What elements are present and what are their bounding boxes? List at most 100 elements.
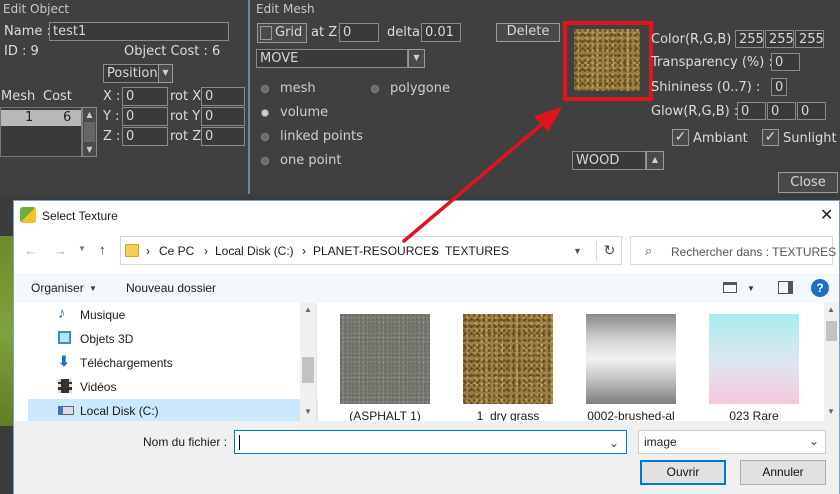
file-area-scrollbar[interactable]: ▲ ▼ <box>824 303 839 421</box>
back-icon[interactable]: ← <box>24 243 37 258</box>
breadcrumb-sep: › <box>432 244 436 258</box>
file-thumbnail-asphalt[interactable] <box>340 314 430 404</box>
organize-dropdown-icon[interactable]: ▼ <box>89 284 97 293</box>
z-level-input[interactable]: 0 <box>339 23 379 42</box>
breadcrumb-item[interactable]: Ce PC <box>159 244 194 258</box>
ambiant-checkbox[interactable]: ✓ <box>672 129 689 146</box>
color-g-input[interactable]: 255 <box>765 30 794 48</box>
address-bar[interactable]: › Ce PC › Local Disk (C:) › PLANET-RESOU… <box>120 236 622 265</box>
rot-y-input[interactable]: 0 <box>201 107 245 126</box>
scroll-down-icon[interactable]: ▼ <box>83 143 96 156</box>
material-dropdown-arrow-icon[interactable]: ▲ <box>646 151 664 170</box>
z-input[interactable]: 0 <box>122 127 168 146</box>
up-icon[interactable]: ↑ <box>99 242 106 257</box>
sidebar-item-musique[interactable]: ♪ Musique <box>28 303 318 327</box>
view-dropdown-icon[interactable]: ▼ <box>747 284 755 293</box>
texture-preview[interactable] <box>574 29 640 91</box>
view-mode-icon[interactable] <box>723 282 737 293</box>
grid-label: Grid <box>275 25 303 40</box>
rot-z-input[interactable]: 0 <box>201 127 245 146</box>
file-area-divider <box>316 303 317 421</box>
name-input[interactable]: test1 <box>49 22 229 41</box>
delete-button[interactable]: Delete <box>496 23 560 42</box>
sidebar-item-telechargements[interactable]: ⬇ Téléchargements <box>28 351 318 375</box>
text-cursor <box>239 435 240 450</box>
cost-column-header: Cost <box>43 89 72 104</box>
address-dropdown-icon[interactable]: ▼ <box>573 246 582 256</box>
scroll-up-icon[interactable]: ▲ <box>827 305 835 314</box>
scroll-thumb[interactable] <box>302 357 314 383</box>
sidebar-item-label: Local Disk (C:) <box>80 404 159 418</box>
x-input[interactable]: 0 <box>122 87 168 106</box>
radio-volume-label: volume <box>280 105 329 120</box>
breadcrumb-item[interactable]: Local Disk (C:) <box>215 244 294 258</box>
material-select[interactable]: WOOD <box>572 151 646 170</box>
glow-r-input[interactable]: 0 <box>737 102 766 120</box>
rot-y-label: rot Y <box>170 109 201 124</box>
file-type-select[interactable]: image ⌄ <box>638 430 826 454</box>
mode-dropdown-arrow-icon[interactable]: ▼ <box>408 49 425 68</box>
delta-input[interactable]: 0.01 <box>421 23 461 42</box>
z-label: Z : <box>103 129 121 144</box>
cancel-button[interactable]: Annuler <box>740 460 826 485</box>
filename-dropdown-icon[interactable]: ⌄ <box>609 436 619 450</box>
organize-button[interactable]: Organiser <box>31 281 84 295</box>
new-folder-button[interactable]: Nouveau dossier <box>126 281 216 295</box>
transparency-input[interactable]: 0 <box>771 53 800 71</box>
scroll-up-icon[interactable]: ▲ <box>304 305 312 314</box>
search-box[interactable]: ⌕ Rechercher dans : TEXTURES <box>630 236 836 265</box>
scroll-thumb[interactable] <box>826 321 837 341</box>
sunlight-checkbox[interactable]: ✓ <box>762 129 779 146</box>
sunlight-label: Sunlight <box>783 131 837 146</box>
filename-input[interactable]: ⌄ <box>234 430 627 454</box>
grid-toggle-button[interactable]: Grid <box>257 23 307 43</box>
y-input[interactable]: 0 <box>122 107 168 126</box>
mode-select[interactable]: MOVE <box>256 49 408 68</box>
file-type-dropdown-icon[interactable]: ⌄ <box>809 434 819 448</box>
radio-linked-points[interactable] <box>261 133 269 141</box>
open-button[interactable]: Ouvrir <box>640 460 726 485</box>
close-icon[interactable]: ✕ <box>820 205 833 225</box>
file-thumbnail-dry-grass[interactable] <box>463 314 553 404</box>
preview-pane-icon[interactable] <box>778 281 793 294</box>
rot-x-input[interactable]: 0 <box>201 87 245 106</box>
nav-pane-scrollbar[interactable]: ▲ ▼ <box>300 303 316 421</box>
shininess-input[interactable]: 0 <box>771 78 787 96</box>
transparency-label: Transparency (%) : <box>651 55 773 70</box>
breadcrumb-item[interactable]: TEXTURES <box>445 244 509 258</box>
transform-mode-arrow-icon[interactable]: ▼ <box>158 64 173 83</box>
scroll-up-icon[interactable]: ▲ <box>83 108 96 121</box>
close-mesh-button[interactable]: Close <box>778 172 838 193</box>
glow-g-input[interactable]: 0 <box>767 102 796 120</box>
download-icon: ⬇ <box>58 353 70 369</box>
file-thumbnail-brushed-al[interactable] <box>586 314 676 404</box>
sidebar-item-objets-3d[interactable]: Objets 3D <box>28 327 318 351</box>
glow-b-input[interactable]: 0 <box>797 102 826 120</box>
edit-mesh-title: Edit Mesh <box>256 2 315 16</box>
mesh-list[interactable]: 1 6 <box>0 107 82 157</box>
mesh-list-scrollbar[interactable]: ▲ ▼ <box>82 107 97 157</box>
radio-polygone[interactable] <box>371 85 379 93</box>
history-dropdown-icon[interactable]: ▼ <box>78 244 86 253</box>
table-row[interactable]: 1 6 <box>1 110 81 126</box>
help-icon[interactable]: ? <box>811 279 829 297</box>
radio-mesh[interactable] <box>261 85 269 93</box>
scroll-thumb[interactable] <box>84 122 95 142</box>
breadcrumb-sep: › <box>204 244 208 258</box>
scroll-down-icon[interactable]: ▼ <box>304 407 312 416</box>
color-b-input[interactable]: 255 <box>795 30 824 48</box>
sidebar-item-videos[interactable]: Vidéos <box>28 375 318 399</box>
refresh-icon[interactable]: ↻ <box>596 242 622 261</box>
file-thumbnail-rare[interactable] <box>709 314 799 404</box>
radio-volume[interactable] <box>261 109 269 117</box>
transform-mode-select[interactable]: Position <box>103 64 159 83</box>
color-r-input[interactable]: 255 <box>735 30 764 48</box>
sidebar-item-local-disk[interactable]: Local Disk (C:) <box>28 399 318 423</box>
radio-one-point[interactable] <box>261 157 269 165</box>
edit-object-title: Edit Object <box>3 2 70 16</box>
scroll-down-icon[interactable]: ▼ <box>827 407 835 416</box>
forward-icon[interactable]: → <box>54 243 67 258</box>
breadcrumb-item[interactable]: PLANET-RESOURCES <box>313 244 439 258</box>
filename-label: Nom du fichier : <box>143 435 228 449</box>
film-icon <box>58 379 72 393</box>
